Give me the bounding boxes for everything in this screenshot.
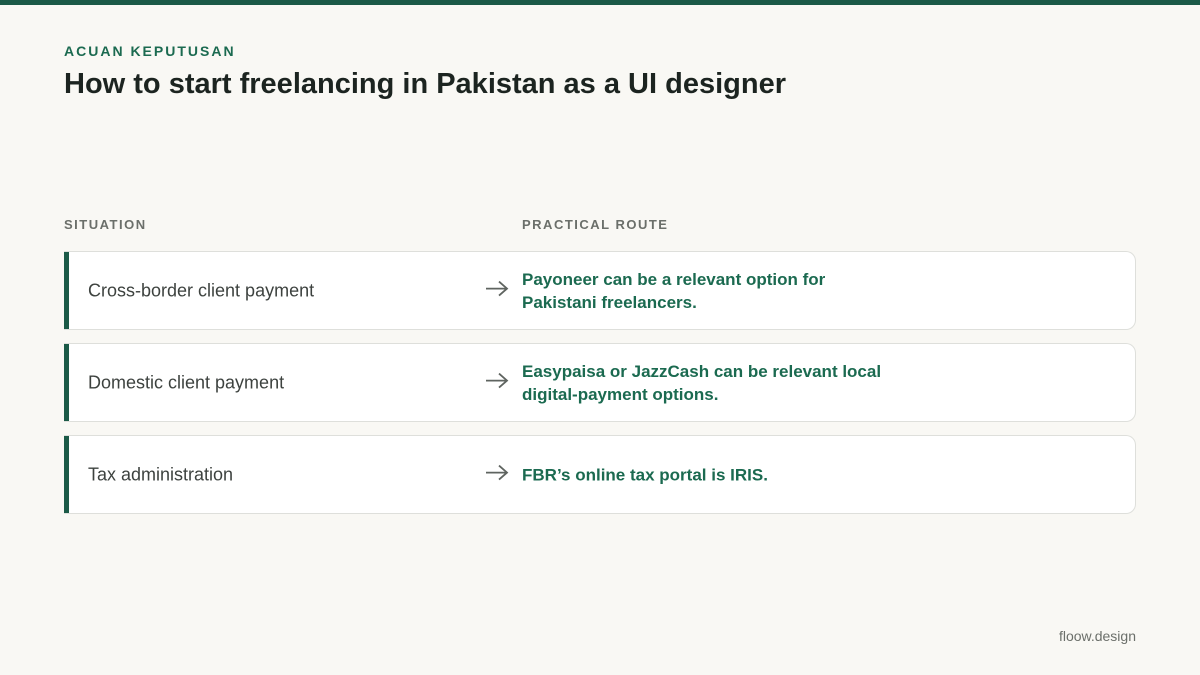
table-row: Cross-border client payment Payoneer can… bbox=[64, 251, 1136, 330]
column-header-situation: SITUATION bbox=[64, 217, 147, 232]
row-route: Payoneer can be a relevant option for Pa… bbox=[522, 269, 826, 312]
table-row: Domestic client payment Easypaisa or Jaz… bbox=[64, 343, 1136, 422]
row-situation: Domestic client payment bbox=[88, 372, 285, 392]
arrow-right-icon bbox=[486, 280, 509, 296]
row-accent-bar bbox=[64, 252, 69, 329]
column-header-route: PRACTICAL ROUTE bbox=[522, 217, 669, 232]
arrow-right-icon bbox=[486, 464, 509, 480]
row-route: FBR’s online tax portal is IRIS. bbox=[522, 465, 768, 484]
arrow-right-icon bbox=[486, 372, 509, 388]
row-accent-bar bbox=[64, 436, 69, 513]
decision-table: Cross-border client payment Payoneer can… bbox=[64, 251, 1136, 527]
row-situation: Cross-border client payment bbox=[88, 280, 315, 300]
brand-footer: floow.design bbox=[1058, 628, 1136, 644]
top-accent-bar bbox=[0, 0, 1200, 5]
row-accent-bar bbox=[64, 344, 69, 421]
page-title: How to start freelancing in Pakistan as … bbox=[64, 68, 786, 100]
row-route: Easypaisa or JazzCash can be relevant lo… bbox=[522, 361, 882, 404]
eyebrow-label: ACUAN KEPUTUSAN bbox=[64, 43, 236, 59]
row-situation: Tax administration bbox=[88, 464, 234, 484]
table-row: Tax administration FBR’s online tax port… bbox=[64, 435, 1136, 514]
